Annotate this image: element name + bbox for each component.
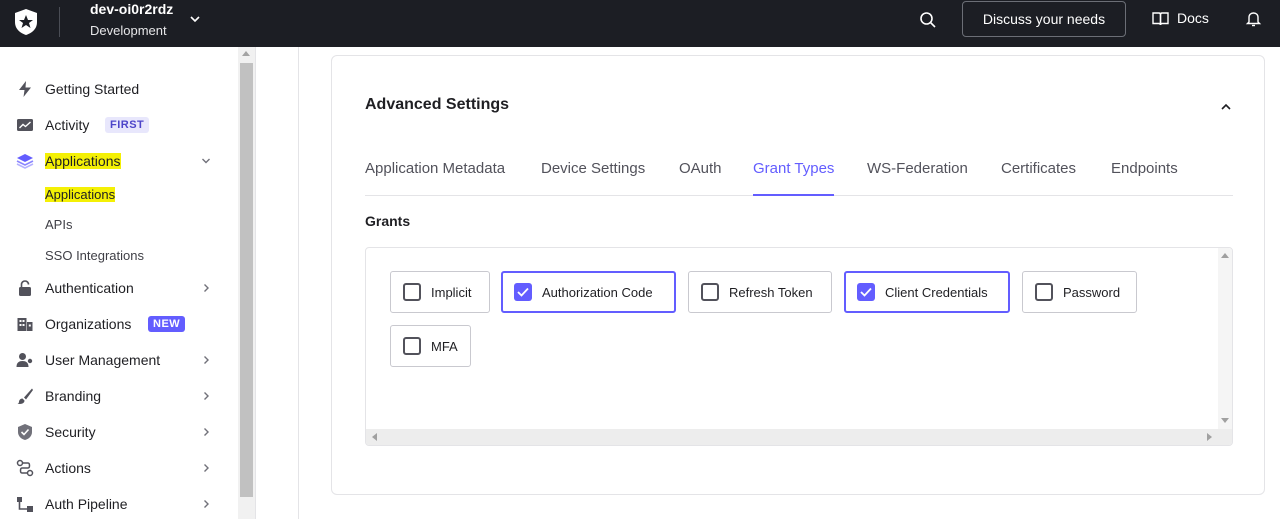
chevron-right-icon[interactable]: [200, 282, 212, 294]
buildings-icon: [17, 318, 33, 331]
grant-checkbox[interactable]: [1035, 283, 1053, 301]
discuss-your-needs-button[interactable]: Discuss your needs: [962, 1, 1126, 37]
scroll-right-arrow-icon[interactable]: [1207, 433, 1212, 441]
new-badge: NEW: [148, 316, 186, 332]
chevron-up-icon[interactable]: [1219, 100, 1233, 114]
sidebar-subitem-sso-integrations[interactable]: SSO Integrations: [45, 248, 144, 263]
layers-icon: [16, 154, 34, 169]
grant-client-credentials[interactable]: Client Credentials: [844, 271, 1010, 313]
grant-checkbox[interactable]: [403, 337, 421, 355]
grant-label: Password: [1063, 284, 1121, 300]
settings-tabs: Application Metadata Device Settings OAu…: [365, 160, 1233, 196]
users-icon: [16, 353, 33, 367]
section-title: Advanced Settings: [365, 96, 510, 113]
bolt-icon: [19, 81, 31, 97]
check-icon: [517, 287, 529, 297]
first-badge: FIRST: [105, 117, 150, 133]
scroll-up-arrow-icon[interactable]: [242, 51, 250, 56]
sidebar-item-getting-started[interactable]: Getting Started: [0, 71, 238, 107]
sidebar-item-label: Actions: [45, 460, 91, 476]
tab-oauth[interactable]: OAuth: [679, 160, 722, 196]
sidebar-item-user-management[interactable]: User Management: [0, 342, 238, 378]
grants-label: Grants: [365, 213, 411, 229]
sidebar-item-label: Getting Started: [45, 81, 140, 97]
sidebar-item-applications[interactable]: Applications: [0, 143, 238, 179]
tab-certificates[interactable]: Certificates: [1001, 160, 1076, 196]
brush-icon: [17, 388, 33, 404]
sidebar-item-label: Applications: [45, 153, 121, 169]
tenant-environment[interactable]: Development: [90, 23, 167, 38]
bell-icon[interactable]: [1245, 10, 1262, 28]
grant-label: Refresh Token: [729, 284, 813, 300]
sidebar-item-label: Branding: [45, 388, 102, 404]
grant-authorization-code[interactable]: Authorization Code: [501, 271, 676, 313]
search-icon[interactable]: [919, 11, 937, 29]
scroll-up-arrow-icon[interactable]: [1221, 253, 1229, 258]
tab-grant-types[interactable]: Grant Types: [753, 160, 835, 196]
sidebar-item-label: User Management: [45, 352, 161, 368]
advanced-settings-card: Advanced Settings Application Metadata D…: [331, 55, 1265, 495]
grant-checkbox-checked[interactable]: [514, 283, 532, 301]
chevron-right-icon[interactable]: [200, 390, 212, 402]
chevron-right-icon[interactable]: [200, 462, 212, 474]
grant-checkbox[interactable]: [701, 283, 719, 301]
sidebar-item-actions[interactable]: Actions: [0, 450, 238, 486]
sidebar-item-branding[interactable]: Branding: [0, 378, 238, 414]
grants-list: Implicit Authorization Code Refresh Toke…: [365, 247, 1233, 446]
tab-ws-federation[interactable]: WS-Federation: [867, 160, 968, 196]
auth0-logo-icon[interactable]: [13, 8, 39, 36]
book-icon: [1152, 11, 1169, 25]
chevron-down-icon[interactable]: [188, 12, 202, 26]
grant-label: MFA: [431, 338, 458, 354]
scroll-down-arrow-icon[interactable]: [1221, 418, 1229, 423]
sidebar: Getting Started Activity FIRST Applicati…: [0, 47, 256, 519]
check-icon: [860, 287, 872, 297]
grant-password[interactable]: Password: [1022, 271, 1137, 313]
chevron-right-icon[interactable]: [200, 498, 212, 510]
sidebar-item-label: Security: [45, 424, 96, 440]
pipeline-icon: [17, 497, 33, 512]
chevron-down-icon[interactable]: [200, 155, 212, 167]
scroll-left-arrow-icon[interactable]: [372, 433, 377, 441]
sidebar-subitem-apis[interactable]: APIs: [45, 217, 72, 232]
tab-application-metadata[interactable]: Application Metadata: [365, 160, 505, 196]
grant-implicit[interactable]: Implicit: [390, 271, 490, 313]
grant-label: Implicit: [431, 284, 472, 300]
grant-label: Authorization Code: [542, 284, 653, 300]
sidebar-item-label: Auth Pipeline: [45, 496, 128, 512]
sidebar-item-label: Organizations: [45, 316, 132, 332]
flow-icon: [16, 459, 34, 477]
sidebar-item-activity[interactable]: Activity FIRST: [0, 107, 238, 143]
docs-label: Docs: [1177, 10, 1209, 26]
sidebar-item-auth-pipeline[interactable]: Auth Pipeline: [0, 486, 238, 519]
grants-horizontal-scrollbar[interactable]: [366, 429, 1232, 445]
chevron-right-icon[interactable]: [200, 426, 212, 438]
docs-link[interactable]: Docs: [1152, 10, 1209, 26]
tab-endpoints[interactable]: Endpoints: [1111, 160, 1178, 196]
grant-checkbox[interactable]: [403, 283, 421, 301]
grant-label: Client Credentials: [885, 284, 988, 300]
chevron-right-icon[interactable]: [200, 354, 212, 366]
content-divider: [298, 47, 299, 519]
grant-mfa[interactable]: MFA: [390, 325, 471, 367]
sidebar-item-security[interactable]: Security: [0, 414, 238, 450]
sidebar-scrollbar-thumb[interactable]: [240, 63, 253, 497]
topbar-divider: [59, 7, 60, 37]
sidebar-item-organizations[interactable]: Organizations NEW: [0, 306, 238, 342]
sidebar-item-label: Authentication: [45, 280, 134, 296]
lock-icon: [19, 280, 31, 296]
sidebar-subitem-applications[interactable]: Applications: [45, 187, 116, 202]
grant-refresh-token[interactable]: Refresh Token: [688, 271, 832, 313]
tab-device-settings[interactable]: Device Settings: [541, 160, 645, 196]
activity-chart-icon: [17, 119, 33, 131]
sidebar-item-authentication[interactable]: Authentication: [0, 270, 238, 306]
shield-icon: [18, 424, 32, 440]
grants-vertical-scrollbar[interactable]: [1218, 248, 1232, 431]
sidebar-item-label: Activity: [45, 117, 90, 133]
tenant-name[interactable]: dev-oi0r2rdz: [90, 1, 173, 17]
top-bar: dev-oi0r2rdz Development Discuss your ne…: [0, 0, 1280, 47]
grant-checkbox-checked[interactable]: [857, 283, 875, 301]
